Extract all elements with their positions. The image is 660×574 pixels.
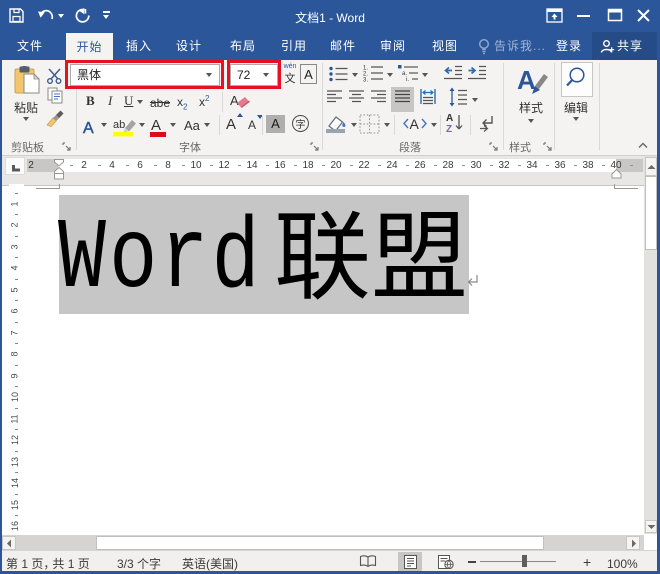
svg-text:ab: ab: [113, 119, 125, 131]
svg-text:A: A: [517, 65, 536, 95]
svg-text:i.: i.: [406, 77, 409, 82]
svg-text:A: A: [410, 116, 420, 132]
svg-text:A: A: [230, 93, 239, 108]
svg-text:3.: 3.: [363, 78, 368, 83]
svg-text:A: A: [446, 113, 453, 124]
svg-text:Z: Z: [446, 124, 452, 133]
